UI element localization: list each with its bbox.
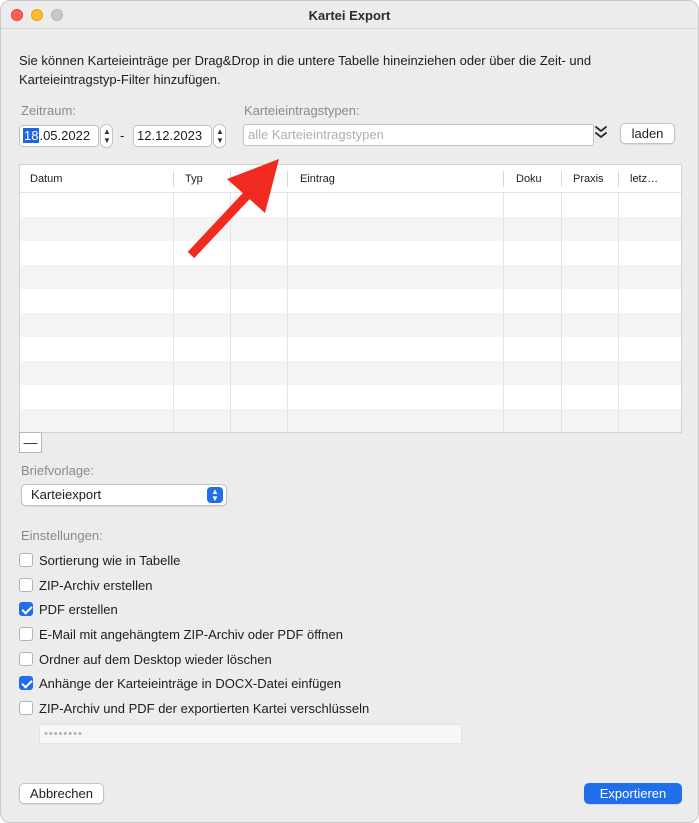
checkbox[interactable]	[19, 627, 33, 641]
table-header: Datum Typ Eintrag Doku Praxis letz…	[20, 165, 681, 193]
table-row[interactable]	[20, 313, 681, 337]
option-label: PDF erstellen	[39, 602, 118, 617]
column-header-praxis[interactable]: Praxis	[563, 165, 618, 193]
date-range-separator: -	[120, 128, 125, 143]
load-button[interactable]: laden	[620, 123, 675, 144]
select-updown-icon: ▲ ▼	[207, 487, 223, 503]
option-label: E-Mail mit angehängtem ZIP-Archiv oder P…	[39, 627, 343, 642]
stepper-up-icon: ▲	[103, 127, 111, 136]
stepper-up-icon: ▲	[216, 127, 224, 136]
table-row[interactable]	[20, 361, 681, 385]
option-label: Sortierung wie in Tabelle	[39, 553, 181, 568]
date-to-field[interactable]: 12.12.2023	[133, 125, 212, 147]
intro-text: Sie können Karteieinträge per Drag&Drop …	[19, 53, 592, 87]
option-label: ZIP-Archiv erstellen	[39, 578, 153, 593]
checkbox[interactable]	[19, 578, 33, 592]
date-to-stepper[interactable]: ▲ ▼	[213, 124, 226, 148]
kartei-export-window: Kartei Export Sie können Karteieinträge …	[0, 0, 699, 823]
table-row[interactable]	[20, 289, 681, 313]
double-chevron-down-icon[interactable]	[595, 125, 607, 144]
table-row[interactable]	[20, 265, 681, 289]
checkbox-checked[interactable]	[19, 676, 33, 690]
date-from-stepper[interactable]: ▲ ▼	[100, 124, 113, 148]
checkbox[interactable]	[19, 553, 33, 567]
password-field[interactable]: ••••••••	[39, 724, 462, 744]
briefvorlage-label: Briefvorlage:	[21, 463, 94, 478]
window-title: Kartei Export	[308, 8, 391, 23]
stepper-down-icon: ▼	[216, 136, 224, 145]
entries-table[interactable]: Datum Typ Eintrag Doku Praxis letz…	[19, 164, 682, 433]
checkbox[interactable]	[19, 701, 33, 715]
annotation-arrow-icon	[187, 159, 279, 259]
table-row[interactable]	[20, 409, 681, 432]
remove-entry-button[interactable]: —	[19, 432, 42, 453]
option-label: Ordner auf dem Desktop wieder löschen	[39, 652, 272, 667]
briefvorlage-selected-value: Karteiexport	[31, 487, 102, 502]
types-label: Karteieintragstypen:	[244, 103, 360, 118]
checkbox[interactable]	[19, 652, 33, 666]
date-from-rest: .05.2022	[39, 128, 91, 143]
table-row[interactable]	[20, 217, 681, 241]
column-header-doku[interactable]: Doku	[506, 165, 561, 193]
table-row[interactable]	[20, 193, 681, 217]
einstellungen-label: Einstellungen:	[21, 528, 103, 543]
column-header-letzte[interactable]: letz…	[620, 165, 681, 193]
export-button[interactable]: Exportieren	[584, 783, 682, 804]
date-to-value: 12.12.2023	[137, 128, 203, 143]
table-row[interactable]	[20, 337, 681, 361]
option-label: Anhänge der Karteieinträge in DOCX-Datei…	[39, 676, 342, 691]
briefvorlage-select[interactable]: Karteiexport ▲ ▼	[21, 484, 227, 506]
table-row[interactable]	[20, 241, 681, 265]
option-label: ZIP-Archiv und PDF der exportierten Kart…	[39, 701, 370, 716]
title-bar: Kartei Export	[1, 1, 698, 29]
column-header-eintrag[interactable]: Eintrag	[290, 165, 503, 193]
cancel-button[interactable]: Abbrechen	[19, 783, 104, 804]
zeitraum-label: Zeitraum:	[21, 103, 76, 118]
checkbox-checked[interactable]	[19, 602, 33, 616]
table-row[interactable]	[20, 385, 681, 409]
date-from-day-segment[interactable]: 18	[23, 128, 40, 143]
stepper-down-icon: ▼	[103, 136, 111, 145]
date-from-field[interactable]: 18.05.2022	[19, 125, 99, 147]
column-header-datum[interactable]: Datum	[20, 165, 173, 193]
types-input[interactable]: alle Karteieintragstypen	[243, 124, 594, 146]
